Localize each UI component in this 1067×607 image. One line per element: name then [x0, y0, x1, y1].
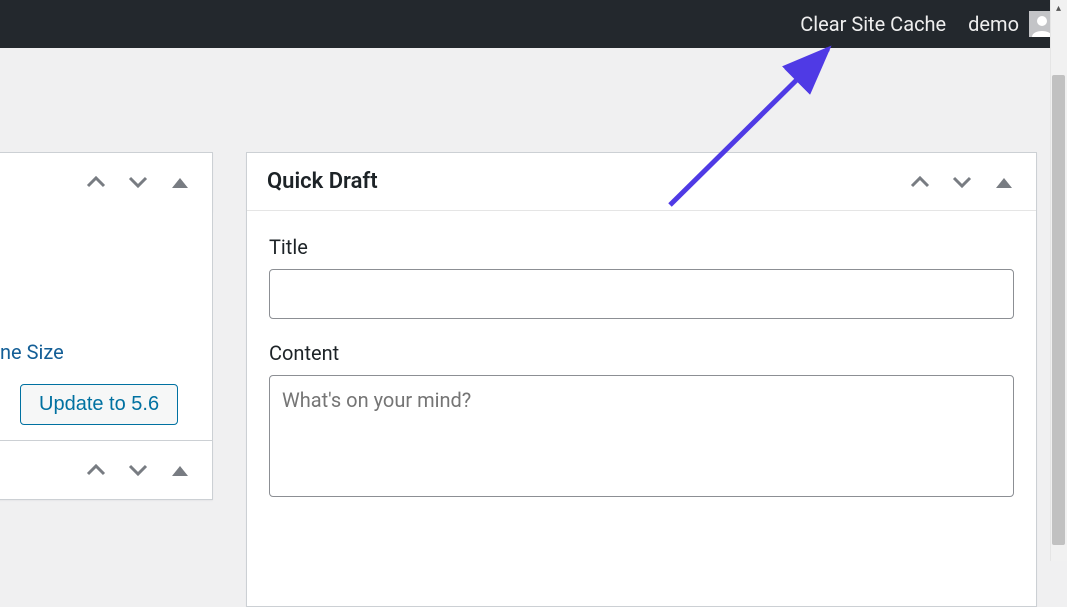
left-widget-header-1 — [0, 152, 213, 212]
move-down-icon[interactable] — [950, 170, 974, 194]
cache-size-link-fragment[interactable]: ne Size — [0, 210, 192, 384]
move-up-icon[interactable] — [908, 170, 932, 194]
title-label: Title — [269, 235, 1014, 259]
left-widget-header-2 — [0, 440, 213, 500]
scroll-up-icon[interactable]: ▴ — [1050, 0, 1067, 17]
user-menu[interactable]: demo — [968, 11, 1055, 37]
toggle-panel-icon[interactable] — [992, 170, 1016, 194]
username-label: demo — [968, 12, 1019, 36]
update-button[interactable]: Update to 5.6 — [20, 384, 178, 425]
content-label: Content — [269, 341, 1014, 365]
admin-bar: Clear Site Cache demo — [0, 0, 1067, 48]
move-down-icon[interactable] — [126, 458, 150, 482]
vertical-scrollbar[interactable]: ▴ — [1050, 0, 1067, 561]
clear-cache-link[interactable]: Clear Site Cache — [800, 12, 946, 36]
panel-title: Quick Draft — [267, 169, 378, 194]
quick-draft-panel: Quick Draft Title Content — [246, 152, 1037, 607]
toggle-panel-icon[interactable] — [168, 170, 192, 194]
move-up-icon[interactable] — [84, 458, 108, 482]
toggle-panel-icon[interactable] — [168, 458, 192, 482]
move-up-icon[interactable] — [84, 170, 108, 194]
left-widget-body: ne Size Update to 5.6 — [0, 210, 213, 446]
scroll-thumb[interactable] — [1052, 75, 1065, 545]
title-input[interactable] — [269, 269, 1014, 319]
move-down-icon[interactable] — [126, 170, 150, 194]
content-textarea[interactable] — [269, 375, 1014, 497]
